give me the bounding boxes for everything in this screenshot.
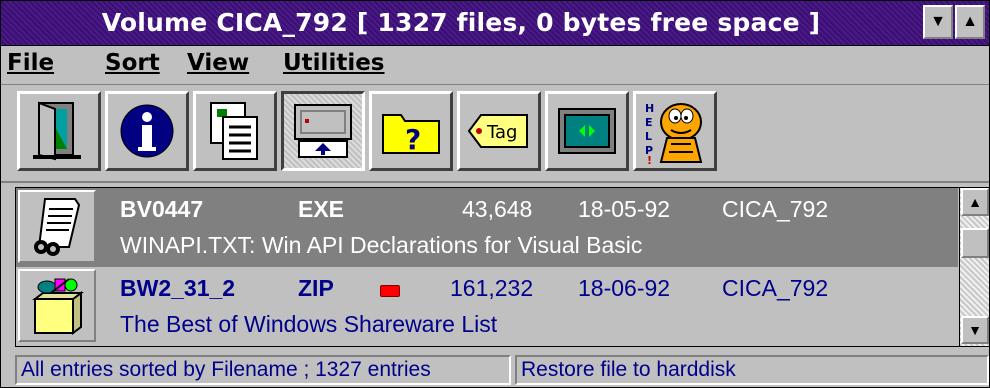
toolbar: ? Tag H E L P ! (1, 85, 989, 183)
vertical-scrollbar[interactable]: ▲ ▼ (959, 188, 989, 346)
list-item[interactable]: BV0447 EXE 43,648 18-05-92 CICA_792 WINA… (16, 188, 958, 267)
restore-icon (294, 104, 352, 158)
file-list-icon (210, 102, 258, 160)
file-volume: CICA_792 (722, 275, 829, 301)
scroll-up-button[interactable]: ▲ (961, 188, 989, 216)
menu-file-label: File (7, 50, 55, 76)
menu-utilities[interactable]: Utilities (283, 50, 385, 76)
main-window: Volume CICA_792 [ 1327 files, 0 bytes fr… (0, 0, 990, 388)
file-icon-box (18, 269, 96, 342)
file-size: 161,232 (450, 275, 534, 301)
svg-text:!: ! (647, 154, 652, 164)
triangle-down-icon: ▼ (930, 13, 946, 30)
scroll-thumb[interactable] (961, 228, 989, 258)
svg-text:E: E (645, 116, 653, 129)
file-type: ZIP (298, 275, 334, 301)
file-icon-box (18, 190, 96, 263)
maximize-button[interactable]: ▲ (955, 5, 985, 39)
file-name: BW2_31_2 (120, 275, 236, 301)
file-name: BV0447 (120, 196, 204, 222)
menu-view-label: View (187, 50, 250, 76)
info-button[interactable] (105, 91, 189, 171)
svg-text:H: H (645, 102, 654, 115)
help-garfield-icon: H E L P ! (645, 102, 703, 164)
file-date: 18-05-92 (578, 196, 671, 222)
file-date: 18-06-92 (578, 275, 671, 301)
minimize-button[interactable]: ▼ (923, 5, 953, 39)
status-sort-info: All entries sorted by Filename ; 1327 en… (15, 355, 511, 385)
tag-icon: Tag (467, 114, 528, 148)
menu-bar: File Sort View Utilities (1, 46, 989, 85)
file-size: 43,648 (462, 196, 533, 222)
menu-utilities-label: Utilities (283, 50, 385, 76)
menu-sort-label: Sort (105, 50, 160, 76)
help-button[interactable]: H E L P ! (633, 91, 717, 171)
package-icon (32, 277, 84, 335)
exit-button[interactable] (17, 91, 101, 171)
triangle-up-icon: ▲ (962, 13, 978, 30)
text-file-icon (34, 197, 81, 256)
list-item[interactable]: BW2_31_2 ZIP 161,232 18-06-92 CICA_792 T… (16, 267, 958, 346)
scroll-down-button[interactable]: ▼ (961, 316, 989, 344)
svg-text:?: ? (405, 123, 421, 155)
restore-button[interactable] (281, 91, 365, 171)
svg-text:Tag: Tag (486, 122, 517, 143)
file-list: BV0447 EXE 43,648 18-05-92 CICA_792 WINA… (15, 187, 989, 347)
file-list-button[interactable] (193, 91, 277, 171)
title-bar[interactable]: Volume CICA_792 [ 1327 files, 0 bytes fr… (1, 1, 989, 46)
file-description: WINAPI.TXT: Win API Declarations for Vis… (120, 232, 643, 258)
info-icon (120, 104, 174, 158)
window-title: Volume CICA_792 [ 1327 files, 0 bytes fr… (101, 8, 821, 37)
tag-marker-icon (380, 285, 400, 297)
file-description: The Best of Windows Shareware List (120, 311, 498, 337)
exit-door-icon (33, 101, 81, 161)
menu-sort[interactable]: Sort (105, 50, 160, 76)
menu-view[interactable]: View (187, 50, 249, 76)
folder-question-icon: ? (382, 114, 440, 155)
arrow-down-icon: ▼ (968, 322, 982, 338)
arrow-up-icon: ▲ (968, 194, 982, 210)
tag-button[interactable]: Tag (457, 91, 541, 171)
monitor-button[interactable] (545, 91, 629, 171)
monitor-icon (558, 108, 616, 154)
file-volume: CICA_792 (722, 196, 829, 222)
svg-text:L: L (645, 130, 652, 143)
help-question-button[interactable]: ? (369, 91, 453, 171)
file-type: EXE (298, 196, 345, 222)
menu-file[interactable]: File (7, 50, 54, 76)
status-action-hint: Restore file to harddisk (515, 355, 989, 385)
